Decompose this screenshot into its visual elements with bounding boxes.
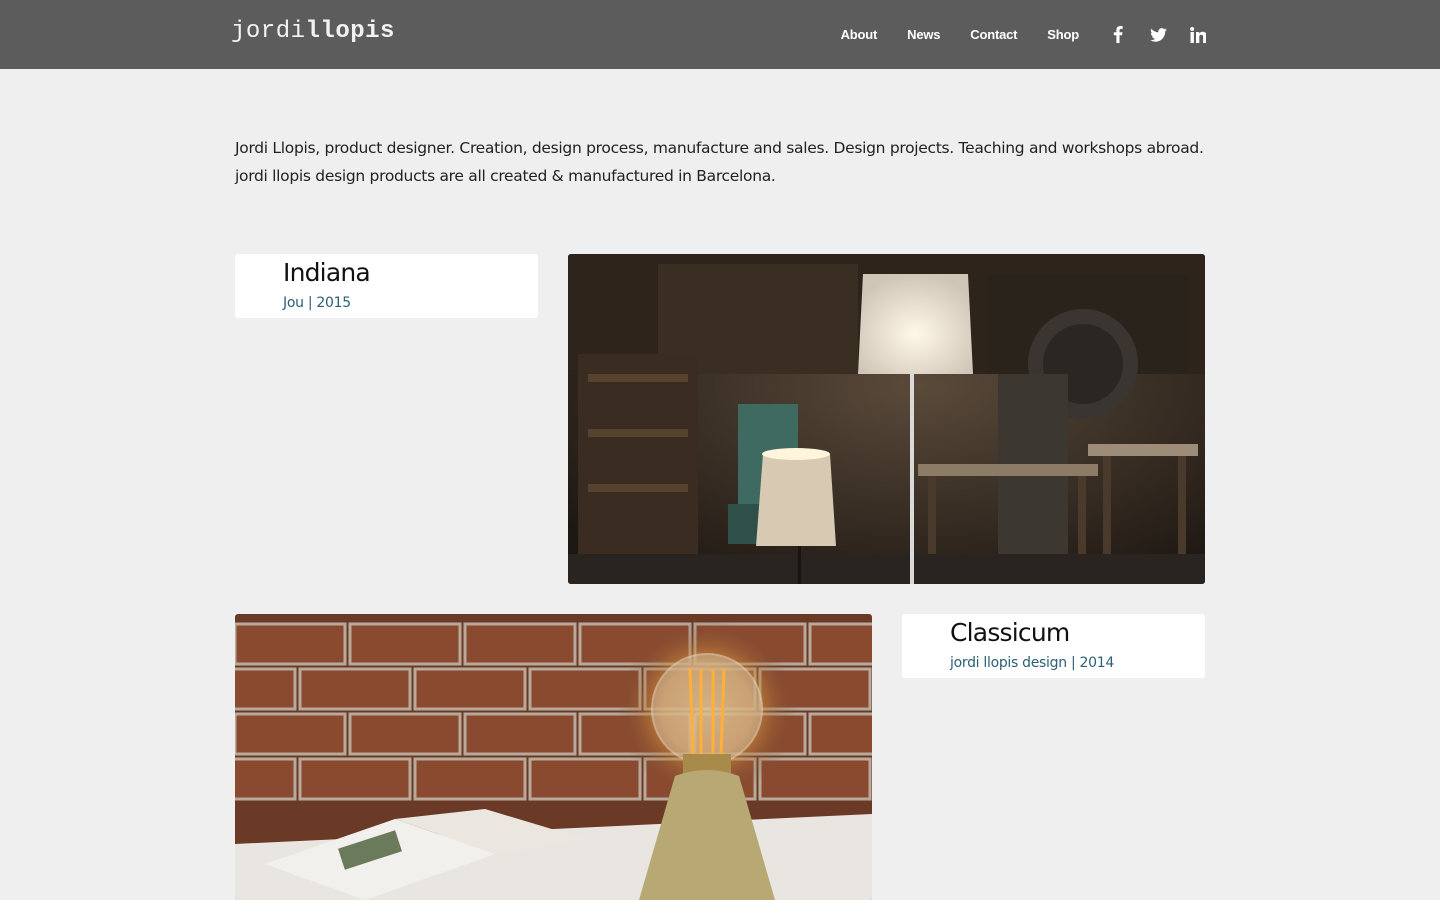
project-title[interactable]: Indiana (283, 258, 371, 287)
project-image-classicum[interactable] (235, 614, 872, 900)
logo-light: jordi (231, 18, 306, 45)
facebook-icon[interactable] (1109, 26, 1127, 44)
project-meta: Jou | 2015 (283, 295, 351, 311)
project-meta: jordi llopis design | 2014 (950, 655, 1114, 671)
workshop-lamp-photo (568, 254, 1205, 584)
nav-shop-link[interactable]: Shop (1047, 27, 1079, 42)
nav-about-link[interactable]: About (841, 27, 878, 42)
intro-text: Jordi Llopis, product designer. Creation… (235, 139, 1204, 185)
project-title[interactable]: Classicum (950, 618, 1070, 647)
bulb-lamp-photo (235, 614, 872, 900)
site-header: jordillopis About News Contact Shop (0, 0, 1440, 69)
logo-bold: llopis (305, 18, 395, 45)
nav-contact-link[interactable]: Contact (970, 27, 1017, 42)
linkedin-icon[interactable] (1189, 26, 1207, 44)
social-links (1109, 26, 1207, 44)
project-card-indiana[interactable]: Indiana Jou | 2015 (235, 254, 538, 318)
main-nav: About News Contact Shop (841, 0, 1207, 69)
nav-news-link[interactable]: News (907, 27, 940, 42)
project-card-classicum[interactable]: Classicum jordi llopis design | 2014 (902, 614, 1205, 678)
site-logo[interactable]: jordillopis (231, 18, 395, 45)
project-image-indiana[interactable] (568, 254, 1205, 584)
twitter-icon[interactable] (1149, 26, 1167, 44)
